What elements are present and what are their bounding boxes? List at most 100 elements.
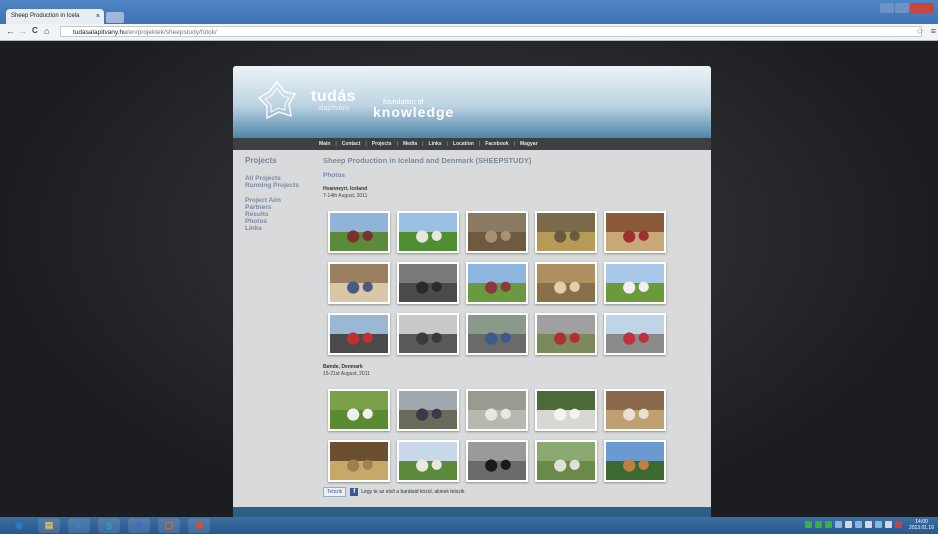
tab-title: Sheep Production in Icela xyxy=(11,13,80,19)
photo-thumbnail[interactable] xyxy=(397,211,459,253)
start-button[interactable]: ◉ xyxy=(8,518,30,533)
sidebar-link-partners[interactable]: Partners xyxy=(245,204,271,211)
address-bar[interactable]: tudasalapitvany.hu/en/projektek/sheepstu… xyxy=(60,26,922,37)
nav-link-magyar[interactable]: Magyar xyxy=(520,141,538,147)
nav-separator: | xyxy=(478,141,481,147)
facebook-like-button[interactable]: Tetszik xyxy=(323,487,347,497)
photo-thumbnail[interactable] xyxy=(397,389,459,431)
nav-link-location[interactable]: Location xyxy=(453,141,474,147)
sidebar-link-results[interactable]: Results xyxy=(245,211,268,218)
nav-link-media[interactable]: Media xyxy=(403,141,417,147)
photo-thumbnail[interactable] xyxy=(328,389,390,431)
sidebar-link-project-aim[interactable]: Project Aim xyxy=(245,197,281,204)
tray-icon[interactable] xyxy=(875,521,882,528)
photo-thumbnail[interactable] xyxy=(328,440,390,482)
photo-image xyxy=(606,315,664,353)
reload-icon[interactable]: C xyxy=(32,26,38,35)
photo-image xyxy=(537,264,595,302)
taskbar-app-icon[interactable]: S xyxy=(98,518,120,533)
photo-thumbnail[interactable] xyxy=(604,440,666,482)
tray-icon[interactable] xyxy=(825,521,832,528)
photo-thumbnail[interactable] xyxy=(328,313,390,355)
photo-thumbnail[interactable] xyxy=(535,211,597,253)
photo-thumbnail[interactable] xyxy=(466,389,528,431)
photo-thumbnail[interactable] xyxy=(535,389,597,431)
maximize-button[interactable] xyxy=(895,3,909,13)
taskbar-app-icon[interactable]: ◎ xyxy=(128,518,150,533)
photo-thumbnail[interactable] xyxy=(466,440,528,482)
tray-icon[interactable] xyxy=(865,521,872,528)
minimize-button[interactable] xyxy=(880,3,894,13)
menu-icon[interactable]: ≡ xyxy=(931,26,936,36)
photo-image xyxy=(330,264,388,302)
nav-link-main[interactable]: Main xyxy=(319,141,330,147)
facebook-like-text: Légy te az első a barátaid közül, akinek… xyxy=(361,489,466,495)
photo-thumbnail[interactable] xyxy=(604,389,666,431)
tray-icon[interactable] xyxy=(855,521,862,528)
photo-image xyxy=(468,315,526,353)
tray-icon[interactable] xyxy=(895,521,902,528)
nav-link-projects[interactable]: Projects xyxy=(372,141,392,147)
tray-icon[interactable] xyxy=(885,521,892,528)
photo-thumbnail[interactable] xyxy=(535,440,597,482)
home-icon[interactable]: ⌂ xyxy=(44,26,49,36)
photo-image xyxy=(606,442,664,480)
close-window-button[interactable] xyxy=(910,3,934,13)
photo-thumbnail[interactable] xyxy=(604,211,666,253)
tray-icon[interactable] xyxy=(845,521,852,528)
photo-image xyxy=(606,391,664,429)
photo-thumbnail[interactable] xyxy=(397,440,459,482)
brand-knowledge: knowledge xyxy=(373,104,455,120)
brand-name: tudás xyxy=(311,88,357,105)
photo-thumbnail[interactable] xyxy=(466,313,528,355)
photo-image xyxy=(330,391,388,429)
nav-separator: | xyxy=(446,141,449,147)
sidebar-link-running-projects[interactable]: Running Projects xyxy=(245,182,299,189)
photo-image xyxy=(537,391,595,429)
photo-thumbnail[interactable] xyxy=(535,313,597,355)
browser-tab[interactable]: Sheep Production in Icela × xyxy=(6,9,104,24)
bookmark-star-icon[interactable]: ☆ xyxy=(916,26,924,37)
tab-close-icon[interactable]: × xyxy=(96,9,100,24)
page-title: Sheep Production in Iceland and Denmark … xyxy=(323,156,532,165)
photo-thumbnail[interactable] xyxy=(397,313,459,355)
tray-icon[interactable] xyxy=(835,521,842,528)
photo-thumbnail[interactable] xyxy=(604,313,666,355)
photo-image xyxy=(468,213,526,251)
taskbar-app-icon[interactable]: ◉ xyxy=(188,518,210,533)
photo-image xyxy=(537,442,595,480)
system-tray xyxy=(805,521,902,530)
taskbar-app-icon[interactable]: e xyxy=(68,518,90,533)
photo-image xyxy=(330,442,388,480)
tray-icon[interactable] xyxy=(805,521,812,528)
sidebar-link-photos[interactable]: Photos xyxy=(245,218,267,225)
photo-thumbnail[interactable] xyxy=(535,262,597,304)
photo-image xyxy=(399,442,457,480)
back-icon[interactable]: ← xyxy=(6,26,15,36)
clock-date: 2013.01.16 xyxy=(908,525,934,531)
photo-thumbnail[interactable] xyxy=(604,262,666,304)
taskbar-app-icon[interactable]: ▢ xyxy=(158,518,180,533)
photo-image xyxy=(537,315,595,353)
photo-thumbnail[interactable] xyxy=(328,262,390,304)
photo-thumbnail[interactable] xyxy=(397,262,459,304)
browser-toolbar: ← → C ⌂ tudasalapitvany.hu/en/projektek/… xyxy=(0,24,938,41)
nav-separator: | xyxy=(335,141,337,147)
photo-thumbnail[interactable] xyxy=(466,262,528,304)
nav-link-links[interactable]: Links xyxy=(429,141,442,147)
tray-icon[interactable] xyxy=(815,521,822,528)
photo-image xyxy=(399,264,457,302)
taskbar-app-icon[interactable]: ▤ xyxy=(38,518,60,533)
taskbar-clock[interactable]: 14:00 2013.01.16 xyxy=(909,519,934,531)
sidebar-link-links[interactable]: Links xyxy=(245,225,262,232)
windows-taskbar: ◉ ▤ e S ◎ ▢ ◉ 14:00 2013.01.16 xyxy=(0,517,938,534)
nav-separator: | xyxy=(422,141,424,147)
nav-link-facebook[interactable]: Facebook xyxy=(485,141,508,147)
photo-thumbnail[interactable] xyxy=(466,211,528,253)
nav-link-contact[interactable]: Contact xyxy=(342,141,361,147)
photos-subheading[interactable]: Photos xyxy=(323,172,345,179)
sidebar-link-all-projects[interactable]: All Projects xyxy=(245,175,281,182)
new-tab-button[interactable] xyxy=(106,12,124,23)
photo-thumbnail[interactable] xyxy=(328,211,390,253)
forward-icon[interactable]: → xyxy=(18,26,27,36)
